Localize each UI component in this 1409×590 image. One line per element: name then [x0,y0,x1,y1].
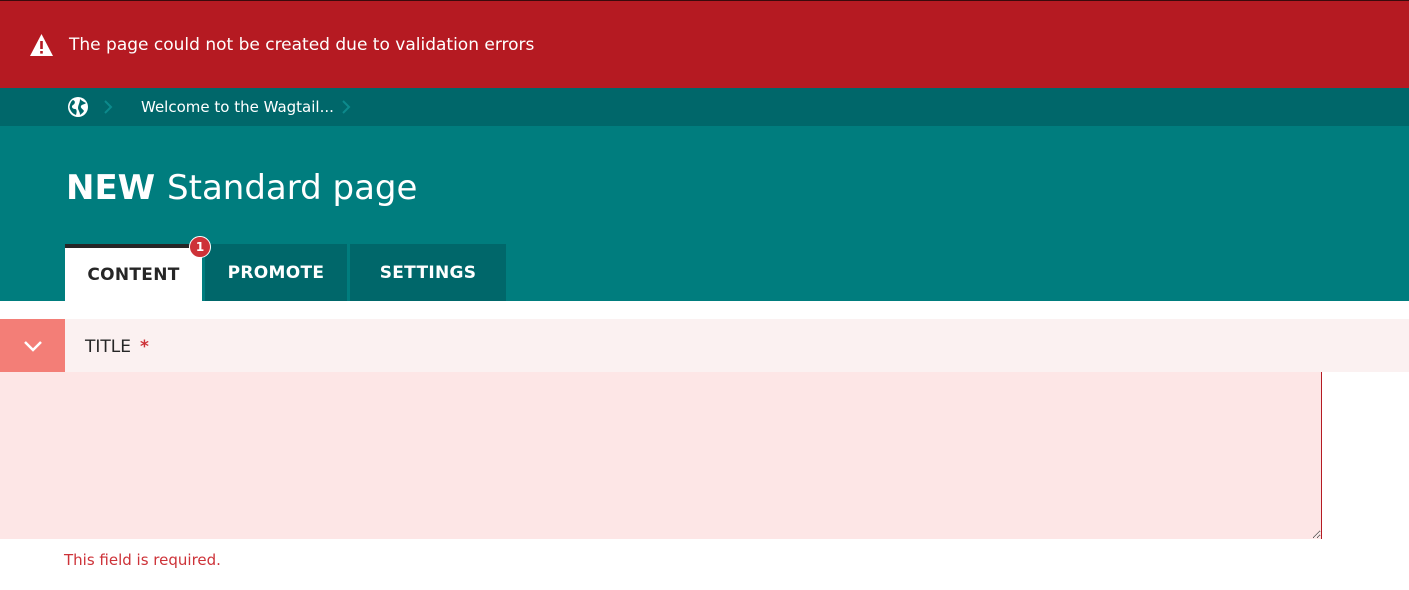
tab-content[interactable]: CONTENT [65,244,202,301]
tab-promote[interactable]: PROMOTE [205,244,347,301]
page-title: NEW Standard page [66,168,417,208]
error-message: The page could not be created due to val… [69,35,535,55]
tab-settings[interactable]: SETTINGS [350,244,506,301]
chevron-down-icon [23,340,42,352]
page-header: NEW Standard page CONTENT PROMOTE SETTIN… [0,126,1409,301]
globe-icon[interactable] [67,96,89,118]
chevron-right-icon [104,100,113,114]
field-error-message: This field is required. [64,551,221,569]
title-prefix: NEW [66,168,156,208]
chevron-right-icon [342,100,351,114]
title-page-type: Standard page [167,168,418,208]
required-marker: * [140,337,149,357]
collapse-toggle-button[interactable] [0,319,65,372]
breadcrumb: Welcome to the Wagtail... [0,88,1409,126]
title-field-label: TITLE [85,337,131,357]
breadcrumb-item[interactable]: Welcome to the Wagtail... [141,97,334,117]
tab-error-badge: 1 [189,236,211,258]
title-input[interactable] [0,372,1322,539]
warning-icon [30,34,53,56]
error-banner: The page could not be created due to val… [0,0,1409,88]
title-field-header: TITLE * [0,319,1409,372]
